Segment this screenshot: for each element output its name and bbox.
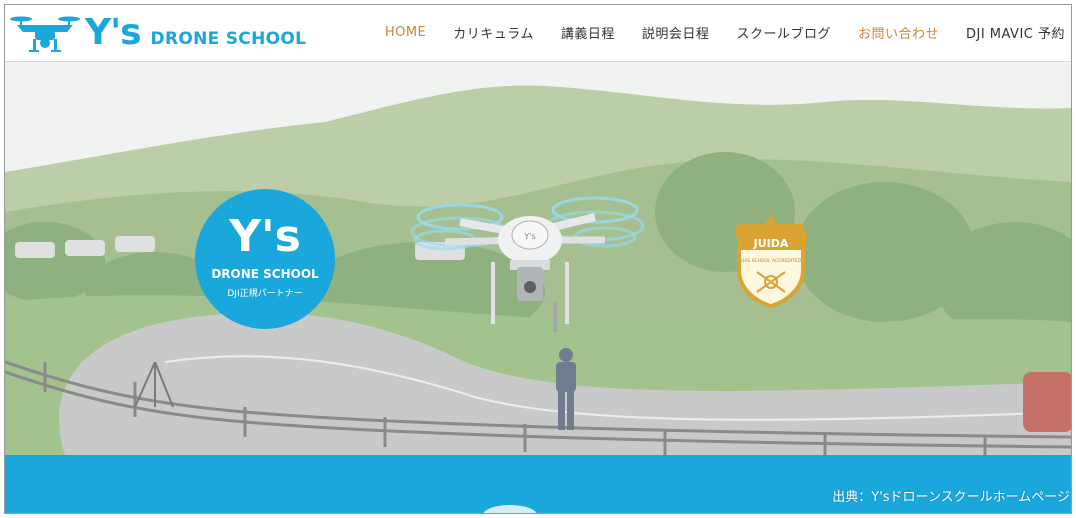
drone-logo-icon <box>10 16 80 52</box>
badge-tagline: DJI正規パートナー <box>227 289 303 299</box>
nav-dji-mavic-reservation[interactable]: DJI MAVIC 予約 <box>966 23 1065 42</box>
juida-title: JUIDA <box>753 237 789 250</box>
badge-subtitle: DRONE SCHOOL <box>211 267 319 281</box>
nav-briefing-schedule[interactable]: 説明会日程 <box>642 23 710 42</box>
source-caption: 出典：Y'sドローンスクールホームページ <box>832 490 1070 505</box>
nav-contact[interactable]: お問い合わせ <box>858 23 939 42</box>
nav-school-blog[interactable]: スクールブログ <box>736 23 831 42</box>
site-header: Y's DRONE SCHOOL HOME カリキュラム 講義日程 説明会日程 … <box>5 5 1071 62</box>
nav-home[interactable]: HOME <box>385 25 426 40</box>
ys-dji-partner-badge: Y's DRONE SCHOOL DJI正規パートナー <box>195 189 335 329</box>
main-nav: HOME カリキュラム 講義日程 説明会日程 スクールブログ お問い合わせ DJ… <box>358 5 1065 60</box>
juida-emblem-icon: JUIDA UAS SCHOOL ACCREDITED <box>735 214 807 308</box>
nav-curriculum[interactable]: カリキュラム <box>453 23 534 42</box>
hero-haze-overlay <box>5 62 1071 455</box>
logo-ys-text: Y's <box>85 12 142 53</box>
hero-banner: Y's Y's DRONE SCHOOL DJI正規パートナー JUIDA UA… <box>5 62 1071 455</box>
juida-sub: UAS SCHOOL ACCREDITED <box>741 258 802 264</box>
blue-section-band <box>5 455 1071 513</box>
badge-title: Y's <box>229 211 301 262</box>
logo-school-text: DRONE SCHOOL <box>150 29 307 49</box>
browser-frame: Y's DRONE SCHOOL HOME カリキュラム 講義日程 説明会日程 … <box>4 4 1072 514</box>
site-logo[interactable]: Y's DRONE SCHOOL <box>9 9 306 57</box>
nav-lecture-schedule[interactable]: 講義日程 <box>561 23 615 42</box>
